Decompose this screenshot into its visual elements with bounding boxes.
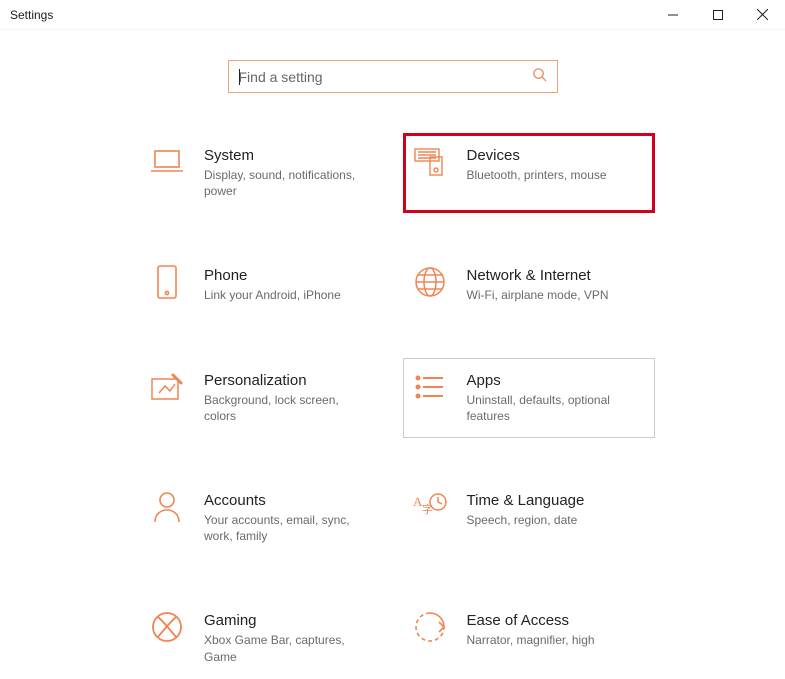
person-icon [150, 490, 184, 524]
tile-apps[interactable]: Apps Uninstall, defaults, optional featu… [403, 358, 656, 438]
tile-subtitle: Bluetooth, printers, mouse [467, 167, 607, 183]
tile-title: Ease of Access [467, 612, 595, 629]
tile-ease-of-access[interactable]: Ease of Access Narrator, magnifier, high [403, 598, 656, 678]
search-icon [532, 67, 547, 87]
svg-text:字: 字 [422, 502, 433, 516]
search-box[interactable] [228, 60, 558, 93]
search-area [0, 30, 785, 133]
search-input[interactable] [239, 69, 547, 85]
text-cursor [239, 69, 240, 85]
xbox-icon [150, 610, 184, 644]
list-icon [413, 370, 447, 404]
tile-gaming[interactable]: Gaming Xbox Game Bar, captures, Game [140, 598, 393, 678]
time-language-icon: A 字 [413, 490, 447, 524]
tile-title: Apps [467, 372, 637, 389]
window-controls [650, 0, 785, 29]
minimize-button[interactable] [650, 0, 695, 29]
tile-subtitle: Xbox Game Bar, captures, Game [204, 632, 374, 664]
tile-devices[interactable]: Devices Bluetooth, printers, mouse [403, 133, 656, 213]
tile-personalization[interactable]: Personalization Background, lock screen,… [140, 358, 393, 438]
ease-of-access-icon [413, 610, 447, 644]
tile-time-language[interactable]: A 字 Time & Language Speech, region, date [403, 478, 656, 558]
tile-subtitle: Wi-Fi, airplane mode, VPN [467, 287, 609, 303]
tile-title: Personalization [204, 372, 374, 389]
close-button[interactable] [740, 0, 785, 29]
laptop-icon [150, 145, 184, 179]
tile-title: Devices [467, 147, 607, 164]
tile-title: Time & Language [467, 492, 585, 509]
tile-phone[interactable]: Phone Link your Android, iPhone [140, 253, 393, 317]
tile-title: Network & Internet [467, 267, 609, 284]
tile-subtitle: Your accounts, email, sync, work, family [204, 512, 374, 544]
tile-title: Phone [204, 267, 341, 284]
tile-subtitle: Link your Android, iPhone [204, 287, 341, 303]
tile-network[interactable]: Network & Internet Wi-Fi, airplane mode,… [403, 253, 656, 317]
tile-subtitle: Background, lock screen, colors [204, 392, 374, 424]
window-title: Settings [10, 8, 53, 22]
tile-title: Accounts [204, 492, 374, 509]
tile-title: System [204, 147, 374, 164]
maximize-button[interactable] [695, 0, 740, 29]
settings-grid: System Display, sound, notifications, po… [0, 133, 785, 679]
tile-system[interactable]: System Display, sound, notifications, po… [140, 133, 393, 213]
tile-subtitle: Narrator, magnifier, high [467, 632, 595, 648]
tile-subtitle: Speech, region, date [467, 512, 585, 528]
devices-icon [413, 145, 447, 179]
tile-subtitle: Uninstall, defaults, optional features [467, 392, 637, 424]
tile-title: Gaming [204, 612, 374, 629]
title-bar: Settings [0, 0, 785, 30]
tile-accounts[interactable]: Accounts Your accounts, email, sync, wor… [140, 478, 393, 558]
globe-icon [413, 265, 447, 299]
phone-icon [150, 265, 184, 299]
tile-subtitle: Display, sound, notifications, power [204, 167, 374, 199]
paintbrush-icon [150, 370, 184, 404]
